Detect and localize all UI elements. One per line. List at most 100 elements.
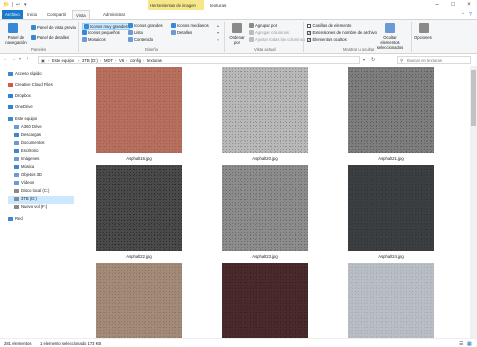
details-pane-button[interactable]: Panel de detalles: [31, 35, 69, 41]
customize-qa-icon[interactable]: ▾: [24, 2, 27, 8]
sidebar-item-creative-cloud[interactable]: Creative Cloud Files: [8, 82, 53, 90]
large-icons-view-icon[interactable]: ▦: [467, 341, 472, 347]
list-icon: [128, 30, 133, 36]
address-bar-row: ← → ▾ ↑ ▣ › Este equipo › 3TB (D:) › MDT…: [0, 54, 477, 66]
sidebar-item-a360[interactable]: A360 Drive: [14, 124, 42, 132]
forward-arrow-icon[interactable]: →: [11, 56, 16, 62]
navigation-pane-icon: [8, 23, 18, 33]
breadcrumb-config[interactable]: config: [130, 58, 141, 63]
tab-administrar[interactable]: Administrar: [100, 10, 128, 19]
tab-compartir[interactable]: Compartir: [44, 10, 69, 19]
content-option[interactable]: Contenido: [128, 37, 153, 43]
large-icons-icon: [128, 23, 133, 29]
undo-icon[interactable]: ↩: [16, 2, 20, 8]
add-columns-button[interactable]: Agregar columnas: [249, 30, 289, 36]
file-thumbnail[interactable]: [222, 67, 308, 153]
help-icon[interactable]: ?: [469, 12, 472, 18]
breadcrumb-este-equipo[interactable]: Este equipo: [52, 58, 74, 63]
refresh-icon[interactable]: ↻: [371, 57, 375, 63]
breadcrumb-mdt[interactable]: MDT: [104, 58, 113, 63]
file-extensions-checkbox[interactable]: ✓: [307, 30, 311, 35]
layout-scroll-down-icon[interactable]: ▾: [217, 30, 219, 35]
file-thumbnail[interactable]: [96, 263, 182, 338]
sidebar-item-este-equipo[interactable]: Este equipo: [8, 116, 37, 124]
tab-inicio[interactable]: Inicio: [24, 10, 40, 19]
sidebar-item-acceso-rapido[interactable]: Acceso rápido: [8, 71, 42, 79]
sidebar-item-musica[interactable]: Música: [14, 164, 34, 172]
maximize-button[interactable]: □: [445, 0, 461, 10]
file-name[interactable]: Asphalt24.jpg: [336, 254, 446, 259]
ribbon-collapse-icon[interactable]: ⌃: [461, 12, 465, 18]
file-name[interactable]: Asphalt20.jpg: [210, 156, 320, 161]
tiles-option[interactable]: Mosaicos: [82, 37, 106, 43]
hide-selected-button[interactable]: Ocultar elementos seleccionados: [374, 35, 406, 50]
back-arrow-icon[interactable]: ←: [3, 56, 8, 62]
navigation-pane-button[interactable]: Panel de navegación: [3, 35, 29, 45]
up-arrow-icon[interactable]: ↑: [26, 56, 29, 62]
file-thumbnail[interactable]: [96, 67, 182, 153]
sidebar-item-red[interactable]: Red: [8, 216, 23, 224]
sidebar-item-objetos-3d[interactable]: Objetos 3D: [14, 172, 42, 180]
layout-expand-icon[interactable]: ▿: [217, 37, 219, 42]
qa-divider: |: [12, 1, 14, 8]
sidebar-item-dropbox[interactable]: Dropbox: [8, 93, 31, 101]
file-thumbnail[interactable]: [348, 263, 434, 338]
layout-scroll-up-icon[interactable]: ▴: [217, 23, 219, 28]
file-thumbnail[interactable]: [222, 165, 308, 251]
medium-icons-option[interactable]: Iconos medianos: [171, 23, 209, 29]
sidebar-item-onedrive[interactable]: OneDrive: [8, 104, 33, 112]
file-name[interactable]: Asphalt21.jpg: [336, 156, 446, 161]
preview-pane-button[interactable]: Panel de vista previa: [31, 25, 76, 31]
sort-by-icon: [232, 23, 242, 33]
group-by-button[interactable]: Agrupar por: [249, 23, 277, 29]
small-icons-option[interactable]: Iconos pequeños: [82, 30, 120, 36]
search-input[interactable]: ⚲ Buscar en texturas: [397, 55, 471, 64]
hidden-items-checkbox[interactable]: ✓: [307, 37, 311, 42]
tab-vista[interactable]: Vista: [72, 10, 90, 19]
sort-by-button[interactable]: Ordenar por: [227, 35, 247, 45]
sidebar-item-documentos[interactable]: Documentos: [14, 140, 45, 148]
sidebar-item-3tb-selected[interactable]: 3TB (D:): [8, 196, 74, 204]
dropbox-icon: [8, 93, 13, 98]
preview-pane-icon: [31, 25, 36, 31]
file-thumbnail[interactable]: [348, 67, 434, 153]
list-option[interactable]: Lista: [128, 30, 143, 36]
tab-archivo[interactable]: Archivo: [2, 10, 23, 19]
details-option[interactable]: Detalles: [171, 30, 192, 36]
title-bar: [0, 0, 477, 10]
sidebar-item-disco-c[interactable]: Disco local (C:): [14, 188, 49, 196]
sidebar-item-nuevo-vol[interactable]: Nuevo vol (F:): [14, 204, 47, 212]
sidebar-item-descargas[interactable]: Descargas: [14, 132, 41, 140]
folder-icon[interactable]: 📁: [3, 2, 9, 8]
sidebar-item-videos[interactable]: Vídeos: [14, 180, 34, 188]
breadcrumb-3tb[interactable]: 3TB (D:): [82, 58, 98, 63]
sidebar-item-escritorio[interactable]: Escritorio: [14, 148, 38, 156]
network-icon: [8, 216, 13, 221]
group-label-show-hide: Mostrar u ocultar: [343, 47, 375, 52]
file-thumbnail[interactable]: [348, 165, 434, 251]
address-box[interactable]: ▣ › Este equipo › 3TB (D:) › MDT › V8 › …: [38, 55, 360, 64]
options-button[interactable]: Opciones: [414, 35, 432, 40]
minimize-button[interactable]: –: [429, 0, 445, 10]
large-icons-option[interactable]: Iconos grandes: [128, 23, 163, 29]
item-checkboxes-toggle[interactable]: Casillas de elemento: [307, 23, 351, 28]
close-button[interactable]: ×: [461, 0, 477, 10]
group-by-icon: [249, 23, 254, 29]
fit-columns-button[interactable]: Ajustar todas las columnas: [249, 37, 305, 43]
recent-locations-icon[interactable]: ▾: [19, 56, 21, 61]
address-dropdown-icon[interactable]: ▾: [363, 57, 365, 62]
file-name[interactable]: Asphalt16.jpg: [84, 156, 194, 161]
scrollbar-thumb[interactable]: [471, 70, 476, 126]
hidden-items-toggle[interactable]: ✓Elementos ocultos: [307, 37, 347, 42]
file-extensions-toggle[interactable]: ✓Extensiones de nombre de archivo: [307, 30, 377, 35]
item-checkboxes-checkbox[interactable]: [307, 23, 311, 28]
file-thumbnail[interactable]: [222, 263, 308, 338]
file-name[interactable]: Asphalt22.jpg: [84, 254, 194, 259]
sidebar-item-imagenes[interactable]: Imágenes: [14, 156, 39, 164]
breadcrumb-separator: ›: [143, 58, 145, 63]
details-view-icon[interactable]: ☰: [459, 341, 463, 347]
breadcrumb-texturas[interactable]: texturas: [147, 58, 162, 63]
breadcrumb-v8[interactable]: V8: [119, 58, 124, 63]
file-thumbnail[interactable]: [96, 165, 182, 251]
file-name[interactable]: Asphalt23.jpg: [210, 254, 320, 259]
